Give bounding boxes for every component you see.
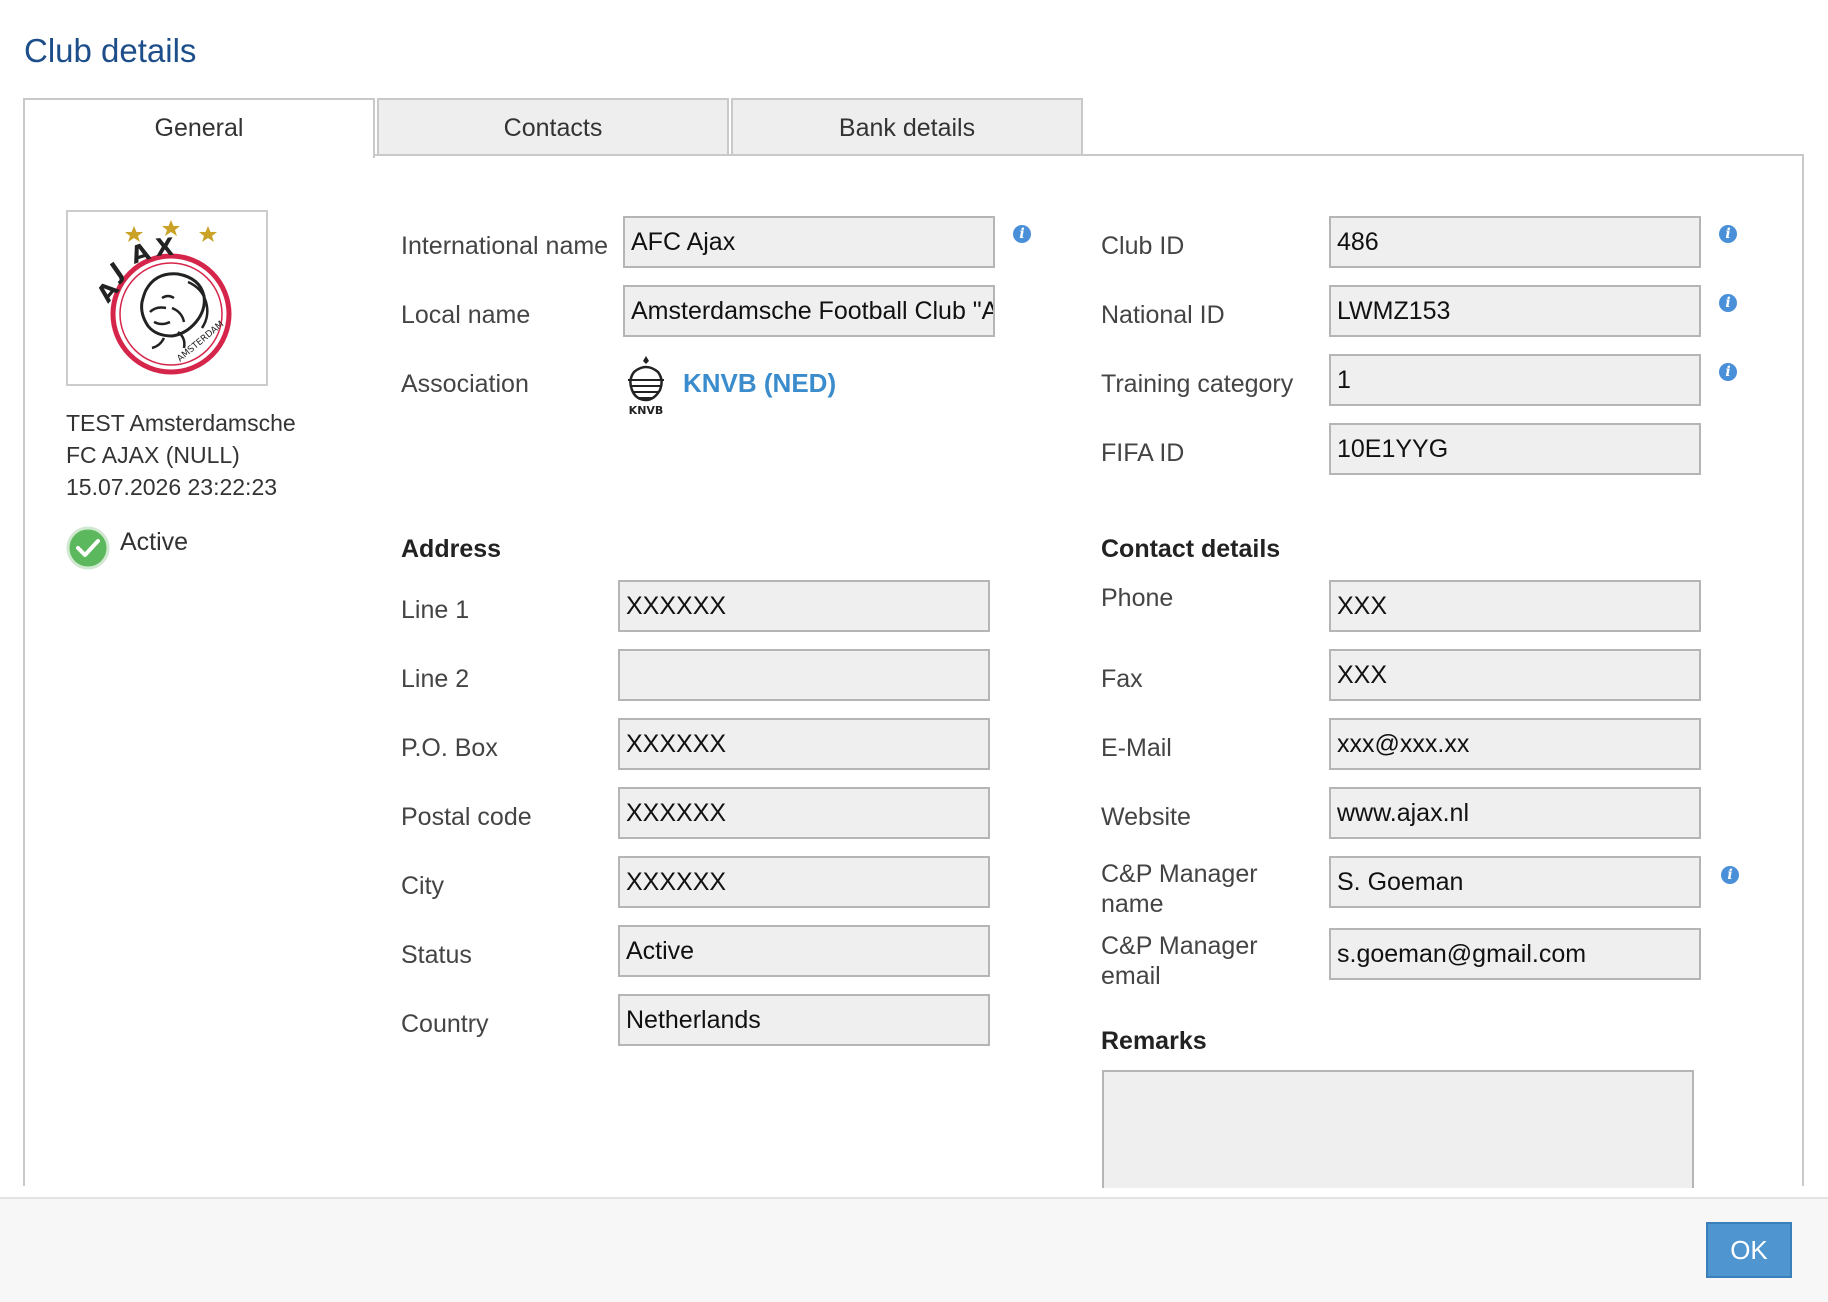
club-name-line2: FC AJAX (NULL) — [66, 442, 240, 468]
knvb-lion-icon: KNVB — [628, 356, 664, 416]
tab-general[interactable]: General — [23, 98, 375, 158]
cp-manager-name-field[interactable]: S. Goeman — [1329, 856, 1701, 908]
po-box-field[interactable]: XXXXXX — [618, 718, 990, 770]
fax-field[interactable]: XXX — [1329, 649, 1701, 701]
info-icon[interactable]: i — [1013, 225, 1031, 243]
line2-label: Line 2 — [401, 665, 470, 693]
status-label: Status — [401, 941, 472, 969]
ajax-logo-icon: A J A X AMSTERDAM — [91, 220, 232, 375]
dialog-title: Club details — [24, 32, 197, 69]
city-field[interactable]: XXXXXX — [618, 856, 990, 908]
ok-button[interactable]: OK — [1706, 1222, 1792, 1278]
international-name-field[interactable]: AFC Ajax — [623, 216, 995, 268]
city-label: City — [401, 872, 445, 900]
international-name-label: International name — [401, 232, 609, 260]
local-name-label: Local name — [401, 301, 531, 329]
tab-bar: General Contacts Bank details — [23, 98, 1083, 158]
po-box-label: P.O. Box — [401, 734, 498, 762]
club-id-label: Club ID — [1101, 232, 1185, 260]
remarks-textarea[interactable] — [1102, 1070, 1694, 1188]
cp-manager-name-label-line1: C&P Manager — [1101, 860, 1258, 888]
cp-manager-email-field[interactable]: s.goeman@gmail.com — [1329, 928, 1701, 980]
info-icon[interactable]: i — [1719, 294, 1737, 312]
tab-bank-details[interactable]: Bank details — [731, 98, 1083, 156]
check-circle-icon — [66, 526, 110, 570]
fifa-id-label: FIFA ID — [1101, 439, 1185, 467]
country-label: Country — [401, 1010, 489, 1038]
status-field[interactable]: Active — [618, 925, 990, 977]
association-label: Association — [401, 370, 529, 398]
fax-label: Fax — [1101, 665, 1143, 693]
svg-text:X: X — [154, 233, 175, 262]
postal-code-label: Postal code — [401, 803, 532, 831]
national-id-field[interactable]: LWMZ153 — [1329, 285, 1701, 337]
club-info: TEST Amsterdamsche FC AJAX (NULL) 15.07.… — [66, 407, 326, 503]
cp-manager-name-label: C&P Manager name — [1101, 859, 1258, 919]
cp-manager-email-label-line1: C&P Manager — [1101, 932, 1258, 960]
phone-field[interactable]: XXX — [1329, 580, 1701, 632]
club-name-line1: TEST Amsterdamsche — [66, 410, 296, 436]
club-logo: A J A X AMSTERDAM — [66, 210, 268, 386]
local-name-field[interactable]: Amsterdamsche Football Club "Ajax" — [623, 285, 995, 337]
postal-code-field[interactable]: XXXXXX — [618, 787, 990, 839]
remarks-heading: Remarks — [1101, 1027, 1207, 1055]
line1-field[interactable]: XXXXXX — [618, 580, 990, 632]
cp-manager-name-label-line2: name — [1101, 890, 1164, 918]
info-icon[interactable]: i — [1719, 363, 1737, 381]
association-link[interactable]: KNVB (NED) — [683, 368, 836, 399]
website-label: Website — [1101, 803, 1191, 831]
fifa-id-field[interactable]: 10E1YYG — [1329, 423, 1701, 475]
training-category-field[interactable]: 1 — [1329, 354, 1701, 406]
dialog-footer — [0, 1197, 1828, 1302]
info-icon[interactable]: i — [1719, 225, 1737, 243]
email-field[interactable]: xxx@xxx.xx — [1329, 718, 1701, 770]
training-category-label: Training category — [1101, 370, 1294, 398]
email-label: E-Mail — [1101, 734, 1172, 762]
svg-text:A: A — [127, 237, 154, 270]
club-timestamp: 15.07.2026 23:22:23 — [66, 474, 278, 500]
status-label: Active — [120, 528, 189, 556]
website-field[interactable]: www.ajax.nl — [1329, 787, 1701, 839]
country-field[interactable]: Netherlands — [618, 994, 990, 1046]
address-heading: Address — [401, 535, 502, 563]
national-id-label: National ID — [1101, 301, 1225, 329]
phone-label: Phone — [1101, 584, 1174, 612]
info-icon[interactable]: i — [1721, 866, 1739, 884]
knvb-logo-text: KNVB — [629, 404, 664, 416]
line2-field[interactable] — [618, 649, 990, 701]
tab-contacts[interactable]: Contacts — [377, 98, 729, 156]
cp-manager-email-label: C&P Manager email — [1101, 931, 1258, 991]
line1-label: Line 1 — [401, 596, 470, 624]
club-id-field[interactable]: 486 — [1329, 216, 1701, 268]
contact-details-heading: Contact details — [1101, 535, 1281, 563]
cp-manager-email-label-line2: email — [1101, 962, 1161, 990]
